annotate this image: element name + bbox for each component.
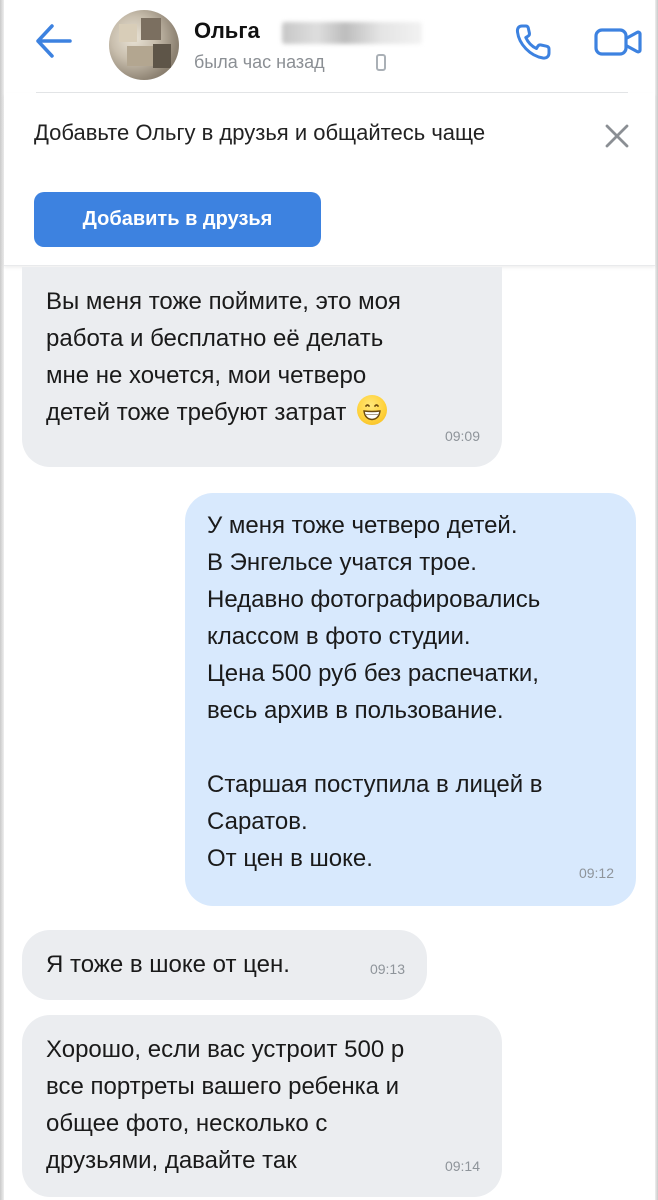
message-text: Хорошо, если вас устроит 500 р все портр… [46,1036,405,1174]
phone-icon [515,24,551,60]
call-button[interactable] [510,18,562,66]
redacted-surname [282,22,422,44]
message-bubble-incoming[interactable]: Я тоже в шоке от цен. 09:13 [22,930,427,1000]
add-friend-banner: Добавьте Ольгу в друзья и общайтесь чаще… [4,93,655,266]
message-time: 09:14 [444,1158,480,1174]
add-friend-button[interactable]: Добавить в друзья [34,192,321,247]
video-call-button[interactable] [590,20,646,64]
message-text: У меня тоже четверо детей. В Энгельсе уч… [207,512,543,872]
avatar[interactable] [109,10,179,80]
close-icon [605,124,629,148]
message-text: Я тоже в шоке от цен. [46,951,290,978]
message-time: 09:09 [444,428,480,444]
message-bubble-incoming[interactable]: Хорошо, если вас устроит 500 р все портр… [22,1015,502,1197]
contact-name[interactable]: Ольга [194,18,260,44]
banner-text: Добавьте Ольгу в друзья и общайтесь чаще [34,120,486,145]
message-bubble-incoming[interactable]: Вы меня тоже поймите, это моя работа и б… [22,267,502,467]
arrow-left-icon [36,24,72,58]
message-time: 09:12 [578,865,614,881]
mobile-device-icon [376,54,386,71]
message-time: 09:13 [369,961,405,977]
last-seen-status: была час назад [194,52,325,72]
banner-close-button[interactable] [600,119,634,153]
video-camera-icon [594,28,642,56]
message-text: Вы меня тоже поймите, это моя работа и б… [46,288,401,426]
back-button[interactable] [32,22,76,60]
chat-header: Ольга была час назад [4,0,655,92]
grinning-face-icon [357,395,387,425]
message-bubble-outgoing[interactable]: У меня тоже четверо детей. В Энгельсе уч… [185,493,636,906]
